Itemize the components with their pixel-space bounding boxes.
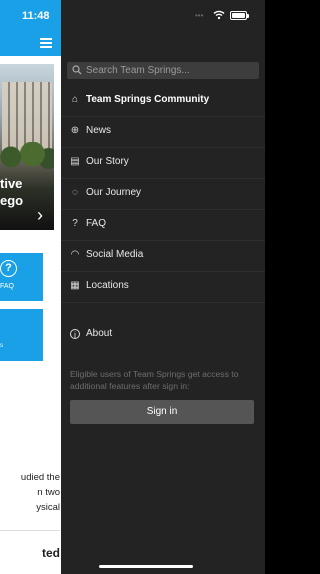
hero-caption: tive ego	[0, 175, 23, 209]
rss-icon: ◠	[70, 249, 80, 260]
question-circle-icon: ?	[72, 218, 78, 229]
body-text-line: ysical	[36, 502, 60, 513]
divider	[0, 530, 60, 531]
nav-item-locations[interactable]: ▦ Locations	[61, 272, 265, 303]
search-input[interactable]: Search Team Springs...	[67, 62, 259, 79]
nav-item-news[interactable]: ⊕ News	[61, 117, 265, 148]
nav-item-label: Locations	[86, 280, 129, 291]
nav-item-label: About	[86, 328, 113, 339]
faq-tile[interactable]: ? FAQ	[0, 253, 43, 301]
faq-tile-label: FAQ	[0, 283, 15, 290]
secondary-tile-label: s	[0, 343, 3, 349]
newspaper-icon: ▤	[70, 156, 80, 167]
search-icon	[72, 65, 82, 75]
globe-icon: ⊕	[70, 125, 80, 136]
home-icon: ⌂	[71, 94, 79, 105]
secondary-tile[interactable]: s	[0, 309, 43, 361]
nav-item-our-story[interactable]: ▤ Our Story	[61, 148, 265, 179]
side-drawer: ••• Search Team Springs... ⌂ Team Spring…	[61, 0, 265, 574]
spinner-icon: ◌	[72, 187, 78, 198]
grid-icon: ▦	[70, 280, 80, 291]
drawer-nav: ⌂ Team Springs Community ⊕ News ▤ Our St…	[61, 86, 265, 303]
body-text-line: udied the	[20, 472, 60, 483]
background-app: 11:48 tive ego › ? FAQ s udied the n two…	[0, 0, 61, 574]
nav-item-team-springs-community[interactable]: ⌂ Team Springs Community	[61, 86, 265, 117]
question-circle-icon: ?	[0, 260, 17, 277]
nav-item-label: Team Springs Community	[86, 94, 210, 105]
body-text-line: n two	[37, 487, 60, 498]
hero-trees	[0, 142, 54, 172]
nav-item-label: Social Media	[86, 249, 144, 260]
hero-caption-line: ego	[0, 193, 24, 208]
nav-item-label: FAQ	[86, 218, 107, 229]
nav-item-label: Our Journey	[86, 187, 142, 198]
nav-item-faq[interactable]: ? FAQ	[61, 210, 265, 241]
app-header: 11:48	[0, 0, 61, 56]
nav-item-label: News	[86, 125, 112, 136]
sign-in-note: Eligible users of Team Springs get acces…	[70, 369, 239, 391]
wifi-icon	[213, 10, 225, 20]
hero-carousel[interactable]: tive ego ›	[0, 64, 54, 230]
hamburger-menu-icon[interactable]	[40, 38, 52, 48]
battery-icon	[230, 11, 249, 20]
body-text: udied the n two ysical	[0, 470, 60, 515]
nav-item-social-media[interactable]: ◠ Social Media	[61, 241, 265, 272]
info-circle-icon: i	[70, 329, 80, 340]
nav-item-label: Our Story	[86, 156, 129, 167]
signal-dots-icon: •••	[195, 11, 204, 20]
sign-in-button[interactable]: Sign in	[70, 400, 254, 424]
search-placeholder: Search Team Springs...	[86, 65, 190, 76]
hero-caption-line: tive	[0, 176, 23, 191]
home-indicator[interactable]	[99, 565, 193, 568]
status-time: 11:48	[22, 10, 50, 22]
nav-item-about[interactable]: i About	[61, 324, 265, 345]
section-heading: ted	[42, 546, 60, 560]
status-icons: •••	[195, 10, 255, 22]
chevron-right-icon[interactable]: ›	[33, 204, 47, 226]
nav-item-our-journey[interactable]: ◌ Our Journey	[61, 179, 265, 210]
